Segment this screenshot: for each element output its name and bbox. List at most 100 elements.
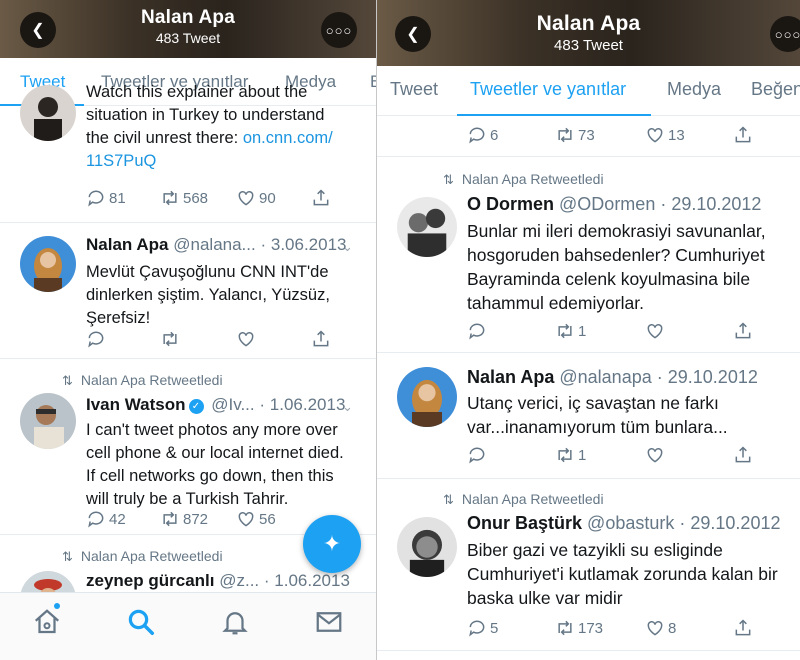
- more-button[interactable]: ○○○: [770, 16, 800, 52]
- author-handle: @obasturk: [587, 513, 675, 533]
- search-tab[interactable]: [126, 607, 156, 637]
- tweet[interactable]: ⇅ Nalan Apa Retweetledi O Dormen @ODormen…: [377, 157, 800, 353]
- share-icon: [735, 126, 751, 143]
- tab-likes[interactable]: Beğen: [751, 79, 800, 100]
- share-button[interactable]: [733, 321, 756, 341]
- tweet-count: 483 Tweet: [554, 37, 623, 54]
- tweet-actions: 1: [467, 321, 767, 343]
- tweet-text: Biber gazi ve tazyikli su esliginde Cumh…: [467, 540, 778, 608]
- tweet-text: Watch this explainer about the situation…: [86, 81, 366, 173]
- avatar[interactable]: [20, 85, 76, 141]
- tweet-count: 483 Tweet: [155, 30, 221, 46]
- tweet-feed[interactable]: 6 73 13 ⇅ Nalan Apa Retweetledi O Dormen …: [377, 117, 800, 660]
- like-button[interactable]: [645, 445, 668, 465]
- author-name[interactable]: Ivan Watson: [86, 395, 186, 414]
- tweet[interactable]: Watch this explainer about the situation…: [0, 77, 376, 223]
- retweet-button[interactable]: 73: [555, 125, 595, 145]
- tweet[interactable]: Nalan Apa @nalanapa · 29.10.2012 Utanç v…: [377, 353, 800, 479]
- reply-button[interactable]: [467, 445, 490, 465]
- like-button[interactable]: [236, 329, 259, 349]
- heart-icon: [238, 190, 254, 206]
- retweet-button[interactable]: [160, 329, 183, 349]
- home-tab[interactable]: [32, 603, 62, 637]
- tweet-link[interactable]: on.cnn.com/: [243, 129, 333, 147]
- retweeted-by: ⇅ Nalan Apa Retweetledi: [62, 372, 223, 388]
- reply-icon: [469, 323, 485, 340]
- tweet-author-line: Nalan Apa @nalana... · 3.06.2013: [86, 235, 347, 254]
- author-name[interactable]: Nalan Apa: [86, 235, 169, 254]
- share-button[interactable]: [733, 618, 756, 638]
- retweet-button[interactable]: 568: [160, 188, 208, 208]
- retweet-icon: ⇅: [443, 172, 454, 187]
- retweet-button[interactable]: 872: [160, 509, 208, 529]
- tweet-text: I can't tweet photos any more over cell …: [86, 421, 344, 508]
- retweet-button[interactable]: 173: [555, 618, 603, 638]
- more-button[interactable]: ○○○: [321, 12, 357, 48]
- reply-button[interactable]: 6: [467, 125, 498, 145]
- author-handle: @nalanapa: [559, 367, 652, 387]
- tweet-actions: 5 173 8: [467, 618, 767, 640]
- tweet-link[interactable]: 11S7PuQ: [86, 150, 366, 173]
- author-handle: @ODormen: [559, 194, 656, 214]
- tab-tweets-and-replies[interactable]: Tweetler ve yanıtlar: [470, 79, 626, 100]
- reply-button[interactable]: 5: [467, 618, 498, 638]
- avatar[interactable]: [20, 393, 76, 449]
- tweet[interactable]: Nalan Apa @nalana... · 3.06.2013 ⌄ Mevlü…: [0, 223, 376, 359]
- author-name[interactable]: Onur Baştürk: [467, 513, 582, 533]
- home-icon: [35, 609, 59, 634]
- tweet-actions: [86, 329, 346, 351]
- back-button[interactable]: ❮: [20, 12, 56, 48]
- messages-tab[interactable]: [314, 607, 344, 637]
- left-profile-screen: ❮ Nalan Apa 483 Tweet ○○○ Tweet Tweetler…: [0, 0, 376, 660]
- profile-header: ❮ Nalan Apa 483 Tweet ○○○: [0, 0, 376, 58]
- tweet-actions: 6 73 13: [467, 125, 767, 147]
- author-name[interactable]: O Dormen: [467, 194, 554, 214]
- retweet-button[interactable]: 1: [555, 445, 586, 465]
- reply-icon: [88, 190, 104, 207]
- like-button[interactable]: 90: [236, 188, 276, 208]
- reply-button[interactable]: [86, 329, 109, 349]
- tweet-author-line: Onur Baştürk @obasturk · 29.10.2012: [467, 513, 781, 533]
- like-button[interactable]: 8: [645, 618, 676, 638]
- reply-button[interactable]: 42: [86, 509, 126, 529]
- tab-media[interactable]: Medya: [667, 79, 721, 100]
- reply-button[interactable]: 81: [86, 188, 126, 208]
- like-button[interactable]: 56: [236, 509, 276, 529]
- search-icon: [128, 609, 154, 635]
- like-button[interactable]: 13: [645, 125, 685, 145]
- retweet-button[interactable]: 1: [555, 321, 586, 341]
- tweet-feed[interactable]: Watch this explainer about the situation…: [0, 83, 376, 660]
- chevron-down-icon[interactable]: ⌄: [342, 399, 353, 415]
- avatar[interactable]: [20, 236, 76, 292]
- tab-tweet[interactable]: Tweet: [390, 79, 438, 100]
- share-icon: [735, 619, 751, 636]
- tweet-date: 29.10.2012: [667, 367, 758, 387]
- back-arrow-icon: ❮: [406, 26, 420, 43]
- author-name[interactable]: Nalan Apa: [467, 367, 554, 387]
- more-icon: ○○○: [325, 22, 353, 38]
- share-icon: [313, 330, 329, 347]
- retweet-icon: [558, 127, 572, 143]
- share-button[interactable]: [733, 125, 756, 145]
- tweet[interactable]: ⇅ Nalan Apa Retweetledi Onur Baştürk @oba…: [377, 479, 800, 651]
- like-button[interactable]: [645, 321, 668, 341]
- share-button[interactable]: [733, 445, 756, 465]
- tweet[interactable]: ⇅ Nalan Apa Retweetledi Ivan Watson ✓ @Iv.…: [0, 359, 376, 535]
- author-name[interactable]: zeynep gürcanlı: [86, 571, 214, 590]
- compose-tweet-button[interactable]: ✦: [303, 515, 361, 573]
- back-button[interactable]: ❮: [395, 16, 431, 52]
- tweet-text: Bunlar mi ileri demokrasiyi savunanlar, …: [467, 221, 766, 313]
- share-button[interactable]: [311, 329, 334, 349]
- notifications-tab[interactable]: [220, 607, 250, 637]
- tweet-actions: 81 568 90: [86, 188, 346, 210]
- avatar[interactable]: [397, 367, 457, 427]
- profile-tabs: Tweet Tweetler ve yanıtlar Medya Beğen: [377, 66, 800, 116]
- avatar[interactable]: [397, 197, 457, 257]
- tweet[interactable]: 6 73 13: [377, 117, 800, 157]
- chevron-down-icon[interactable]: ⌄: [342, 239, 353, 255]
- share-button[interactable]: [311, 188, 334, 208]
- profile-title: Nalan Apa: [140, 7, 235, 28]
- retweet-icon: [558, 447, 572, 463]
- avatar[interactable]: [397, 517, 457, 577]
- reply-button[interactable]: [467, 321, 490, 341]
